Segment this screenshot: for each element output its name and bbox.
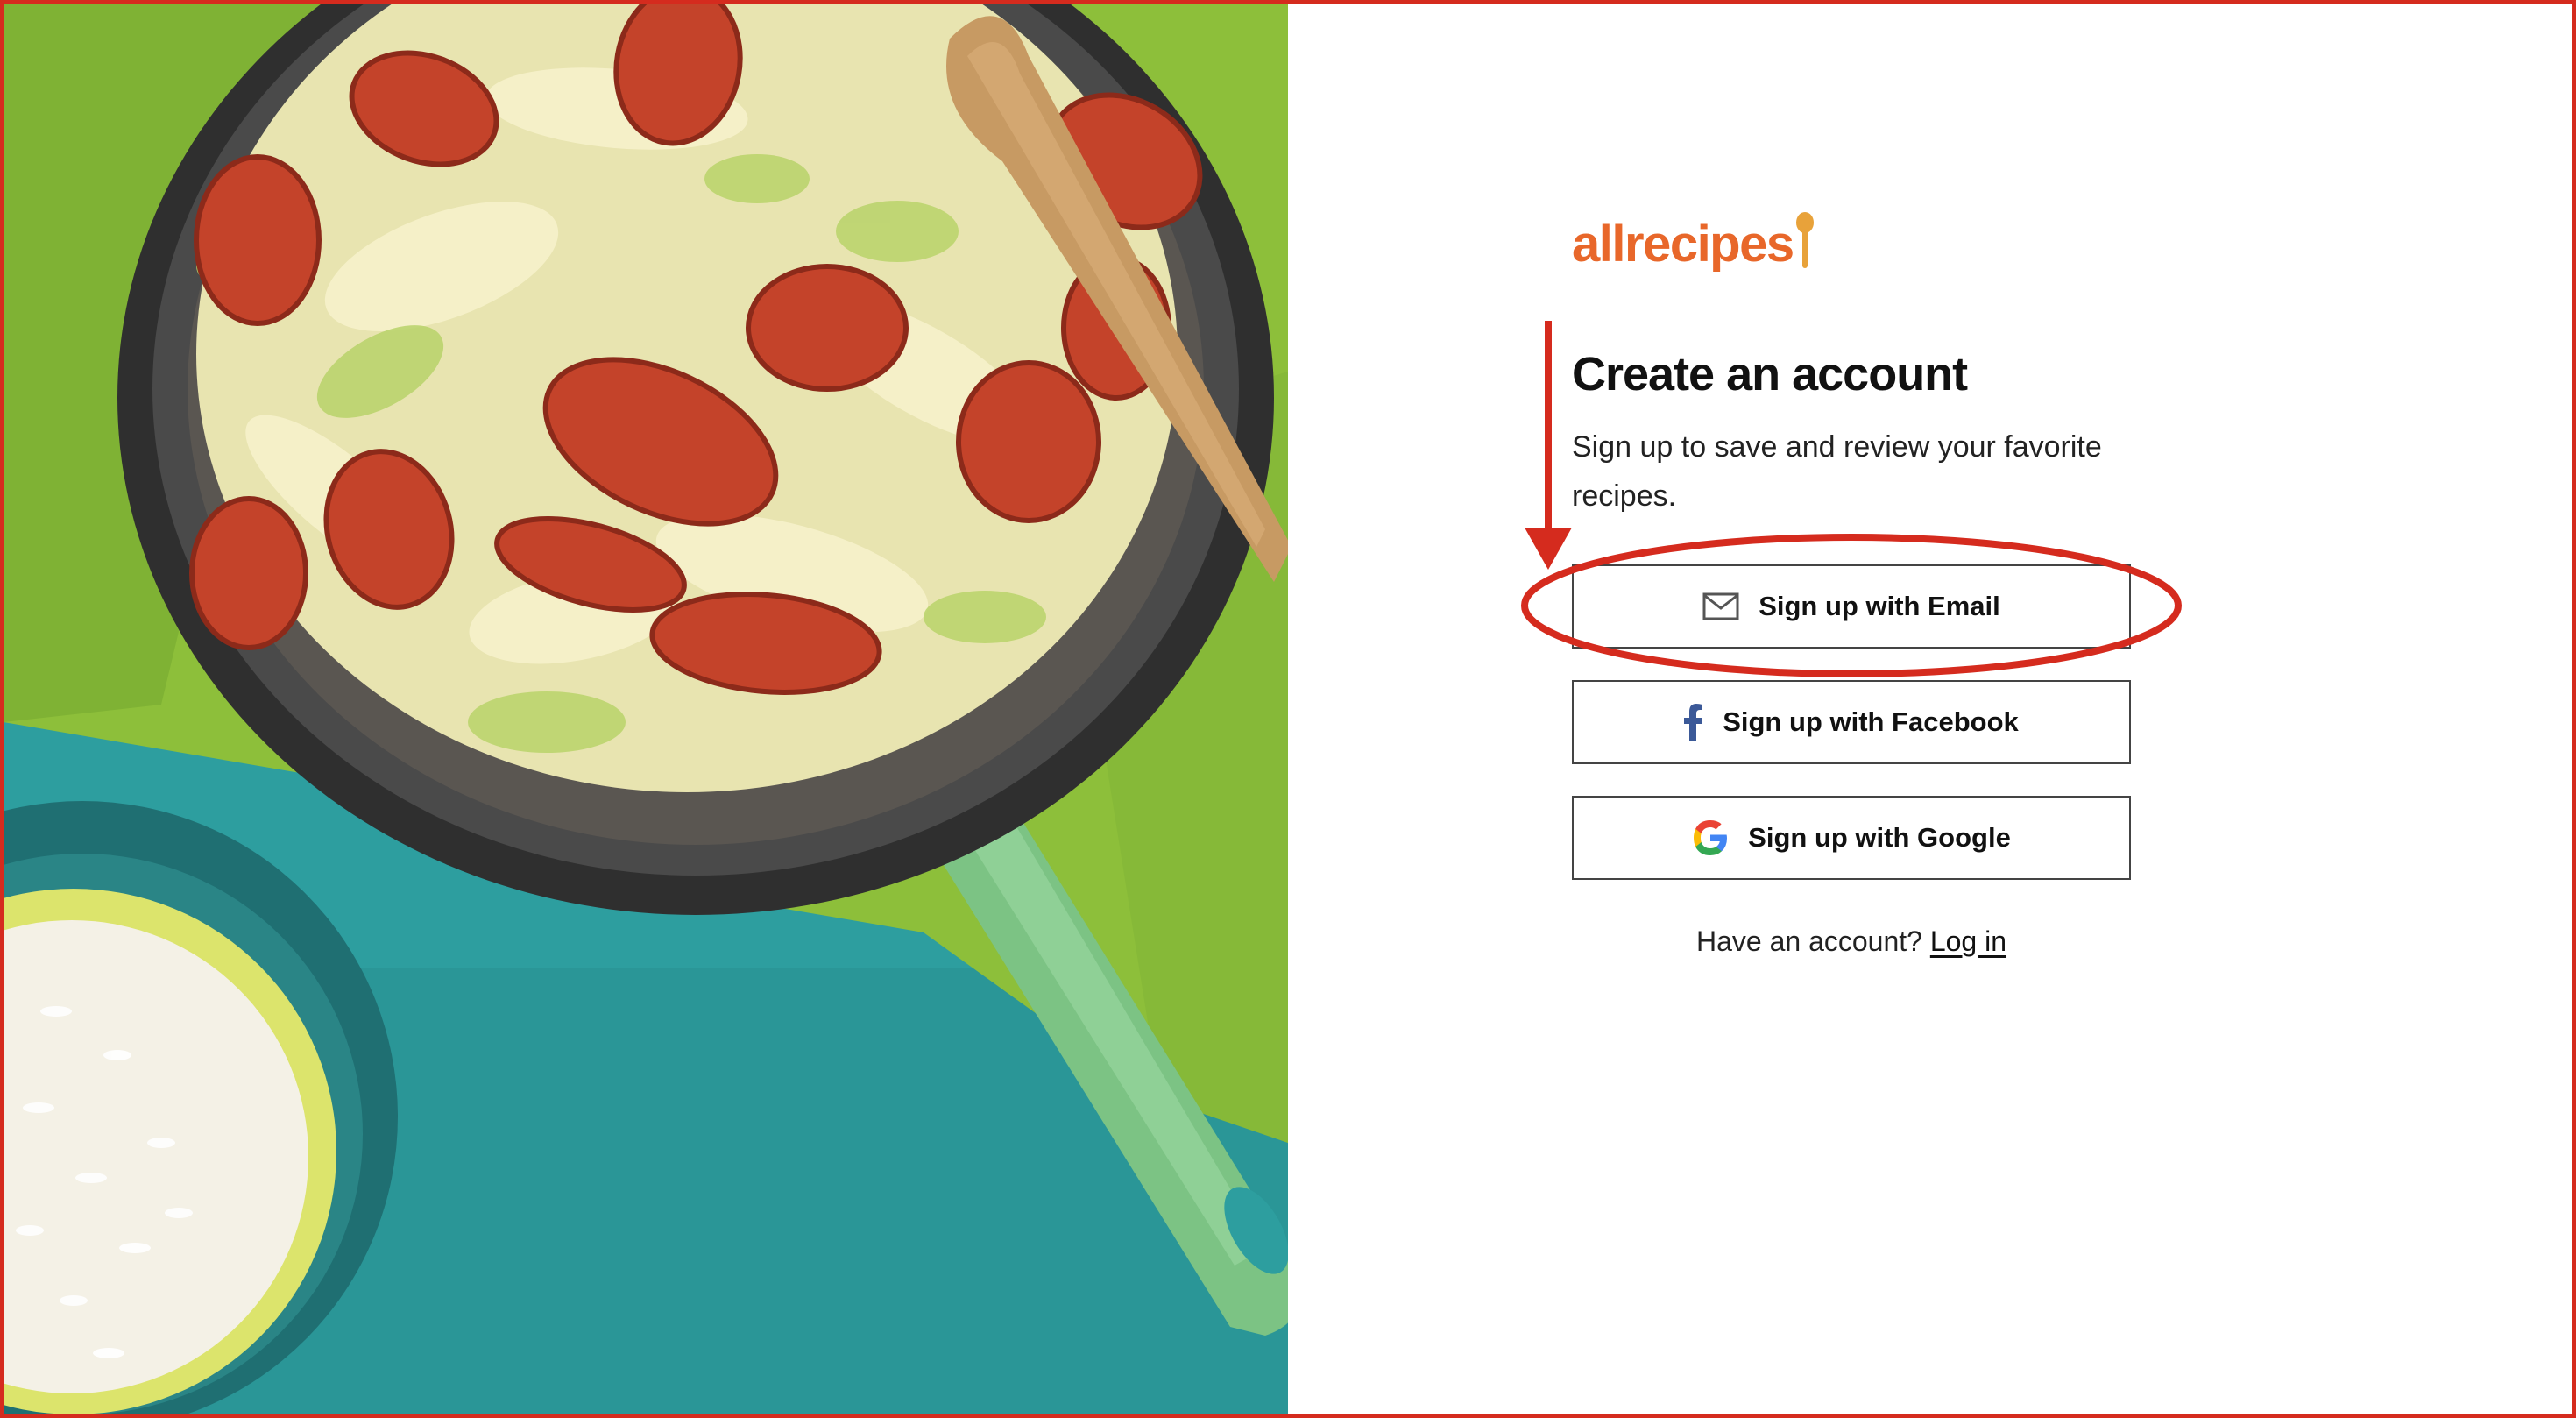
app-window: allrecipes Create an account Sign up to … <box>0 0 2576 1418</box>
signup-facebook-button[interactable]: Sign up with Facebook <box>1572 680 2131 764</box>
signup-google-button[interactable]: Sign up with Google <box>1572 796 2131 880</box>
signup-email-label: Sign up with Email <box>1759 591 2000 621</box>
allrecipes-logo[interactable]: allrecipes <box>1572 202 1815 270</box>
page-title: Create an account <box>1572 348 1968 401</box>
signup-google-label: Sign up with Google <box>1748 822 2011 853</box>
login-prompt-text: Have an account? <box>1695 925 1922 957</box>
signup-email-button[interactable]: Sign up with Email <box>1572 564 2131 649</box>
google-icon <box>1692 819 1729 856</box>
page-subtitle: Sign up to save and review your favorite… <box>1572 430 2102 513</box>
logo-text: allrecipes <box>1572 216 1794 273</box>
food-photo <box>4 4 1288 1414</box>
login-link[interactable]: Log in <box>1930 925 2006 957</box>
signup-panel: allrecipes Create an account Sign up to … <box>1288 4 2572 1414</box>
facebook-icon <box>1684 704 1703 741</box>
login-prompt-row: Have an account? Log in <box>1572 925 2131 958</box>
mail-icon <box>1702 592 1739 620</box>
annotation-arrow <box>1525 321 1572 570</box>
hero-food-image <box>4 4 1288 1414</box>
signup-facebook-label: Sign up with Facebook <box>1723 706 2019 737</box>
spoon-icon <box>1795 212 1814 268</box>
